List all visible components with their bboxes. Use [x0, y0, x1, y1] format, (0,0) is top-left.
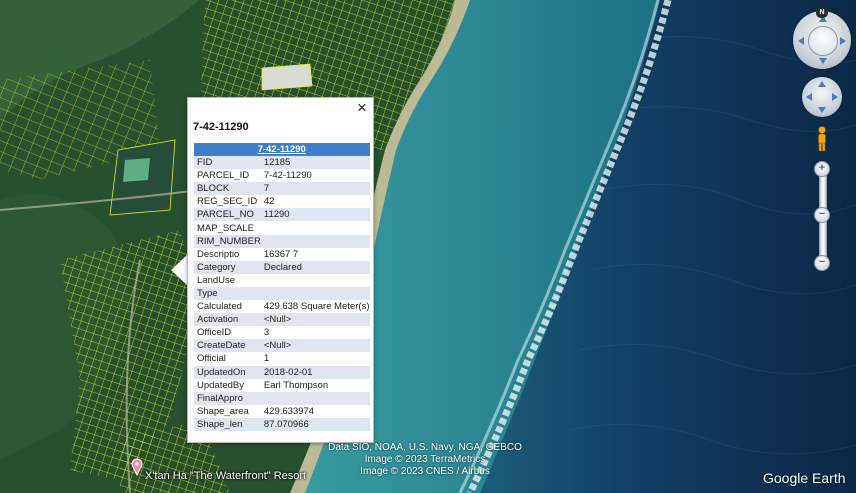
- attribute-key: Type: [194, 286, 261, 301]
- zoom-slider-handle[interactable]: −: [814, 207, 830, 223]
- popup-pointer: [171, 254, 188, 286]
- attribute-key: BLOCK: [194, 182, 261, 196]
- attribute-value: [260, 286, 370, 301]
- parcel-info-popup: × 7-42-11290 7-42-11290 FID 12185 PARCEL_I…: [187, 97, 374, 443]
- attribute-row: UpdatedBy Earl Thompson: [194, 378, 370, 392]
- attribute-table: 7-42-11290 FID 12185 PARCEL_ID 7-42-11290 BL…: [194, 143, 370, 431]
- attribute-key: UpdatedOn: [194, 365, 261, 379]
- zoom-out-button[interactable]: −: [814, 255, 830, 271]
- look-right-icon[interactable]: [832, 93, 838, 101]
- attribute-value: 12185: [260, 156, 370, 170]
- attribute-value: 7-42-11290: [260, 169, 370, 183]
- attribution-line: Data SIO, NOAA, U.S. Navy, NGA, GEBCO: [328, 442, 522, 453]
- attribute-row: Calculated 429.638 Square Meter(s): [194, 300, 370, 314]
- attribute-key: FinalAppro: [194, 391, 261, 405]
- compass-center[interactable]: [808, 26, 838, 56]
- attribute-value: 429.638 Square Meter(s): [260, 300, 370, 314]
- attribute-value: 42: [260, 195, 370, 209]
- attribute-value: 7: [260, 182, 370, 196]
- navigation-compass[interactable]: [793, 11, 851, 69]
- google-earth-logo: Google Earth: [763, 470, 846, 486]
- attribute-key: PARCEL_NO: [194, 208, 261, 222]
- look-left-icon[interactable]: [806, 93, 812, 101]
- satellite-map[interactable]: [0, 0, 856, 493]
- attribute-row: OfficeID 3: [194, 326, 370, 340]
- attribute-value: 3: [260, 326, 370, 340]
- attribute-row: UpdatedOn 2018-02-01: [194, 365, 370, 379]
- attribute-key: Calculated: [194, 300, 261, 314]
- close-icon[interactable]: ×: [355, 99, 369, 116]
- attribute-row: Shape_len 87.070966: [194, 417, 370, 431]
- attribute-row: Descriptio 16367 7: [194, 247, 370, 261]
- pan-right-icon[interactable]: [840, 37, 846, 45]
- look-down-icon[interactable]: [818, 107, 826, 113]
- attribute-key: FID: [194, 156, 261, 170]
- attribute-key: CreateDate: [194, 339, 261, 353]
- attribute-row: Shape_area 429.633974: [194, 404, 370, 418]
- attribute-value: 2018-02-01: [260, 365, 370, 379]
- imagery-attribution: Data SIO, NOAA, U.S. Navy, NGA, GEBCO Im…: [320, 442, 530, 478]
- attribute-value: 16367 7: [260, 247, 370, 261]
- attribute-value: Declared: [260, 260, 370, 274]
- attribute-row: Official 1: [194, 352, 370, 366]
- popup-title: 7-42-11290: [193, 121, 249, 133]
- attribute-row: Activation <Null>: [194, 313, 370, 327]
- attribute-row: BLOCK 7: [194, 182, 370, 196]
- attribute-key: OfficeID: [194, 326, 261, 340]
- pan-left-icon[interactable]: [798, 37, 804, 45]
- attribute-value: 11290: [260, 208, 370, 222]
- attribute-key: Official: [194, 352, 261, 366]
- attribute-key: RIM_NUMBER: [194, 234, 261, 248]
- attribute-row: REG_SEC_ID 42: [194, 195, 370, 209]
- attribute-value: 1: [260, 352, 370, 366]
- attribute-key: REG_SEC_ID: [194, 195, 261, 209]
- attribute-value: 87.070966: [260, 417, 370, 431]
- attribute-key: Activation: [194, 313, 261, 327]
- attribute-row: CreateDate <Null>: [194, 339, 370, 353]
- attribute-key: LandUse: [194, 273, 261, 287]
- north-indicator[interactable]: N: [816, 8, 828, 18]
- attribute-row: Category Declared: [194, 260, 370, 274]
- attribute-row: FID 12185: [194, 156, 370, 170]
- attribute-value: <Null>: [260, 313, 370, 327]
- attribute-row: Type: [194, 286, 370, 301]
- attribute-value: [260, 221, 370, 235]
- look-up-icon[interactable]: [818, 81, 826, 87]
- attribute-row: RIM_NUMBER: [194, 234, 370, 248]
- attribute-row: FinalAppro: [194, 391, 370, 405]
- attribution-line: Image © 2023 TerraMetrics: [364, 454, 486, 465]
- attribute-value: Earl Thompson: [260, 378, 370, 392]
- pan-down-icon[interactable]: [819, 58, 827, 64]
- attribute-table-header[interactable]: 7-42-11290: [194, 143, 370, 156]
- attribute-key: Descriptio: [194, 247, 261, 261]
- attribute-value: <Null>: [260, 339, 370, 353]
- attribute-row: LandUse: [194, 273, 370, 287]
- attribute-value: 429.633974: [260, 404, 370, 418]
- attribute-value: [260, 234, 370, 248]
- attribute-value: [260, 273, 370, 287]
- attribute-row: PARCEL_NO 11290: [194, 208, 370, 222]
- attribute-row: PARCEL_ID 7-42-11290: [194, 169, 370, 183]
- place-pin-icon[interactable]: [131, 458, 143, 476]
- attribute-key: MAP_SCALE: [194, 221, 261, 235]
- street-view-pegman-icon[interactable]: [815, 126, 829, 152]
- zoom-in-button[interactable]: +: [814, 161, 830, 177]
- look-around-control[interactable]: [802, 77, 842, 117]
- attribute-key: Shape_area: [194, 404, 261, 418]
- attribute-value: [260, 391, 370, 405]
- attribute-row: MAP_SCALE: [194, 221, 370, 235]
- attribution-line: Image © 2023 CNES / Airbus: [360, 466, 490, 477]
- attribute-key: Shape_len: [194, 417, 261, 431]
- attribute-key: PARCEL_ID: [194, 169, 261, 183]
- place-label[interactable]: X'tan Ha "The Waterfront" Resort: [145, 470, 306, 482]
- attribute-key: UpdatedBy: [194, 378, 261, 392]
- attribute-key: Category: [194, 260, 261, 274]
